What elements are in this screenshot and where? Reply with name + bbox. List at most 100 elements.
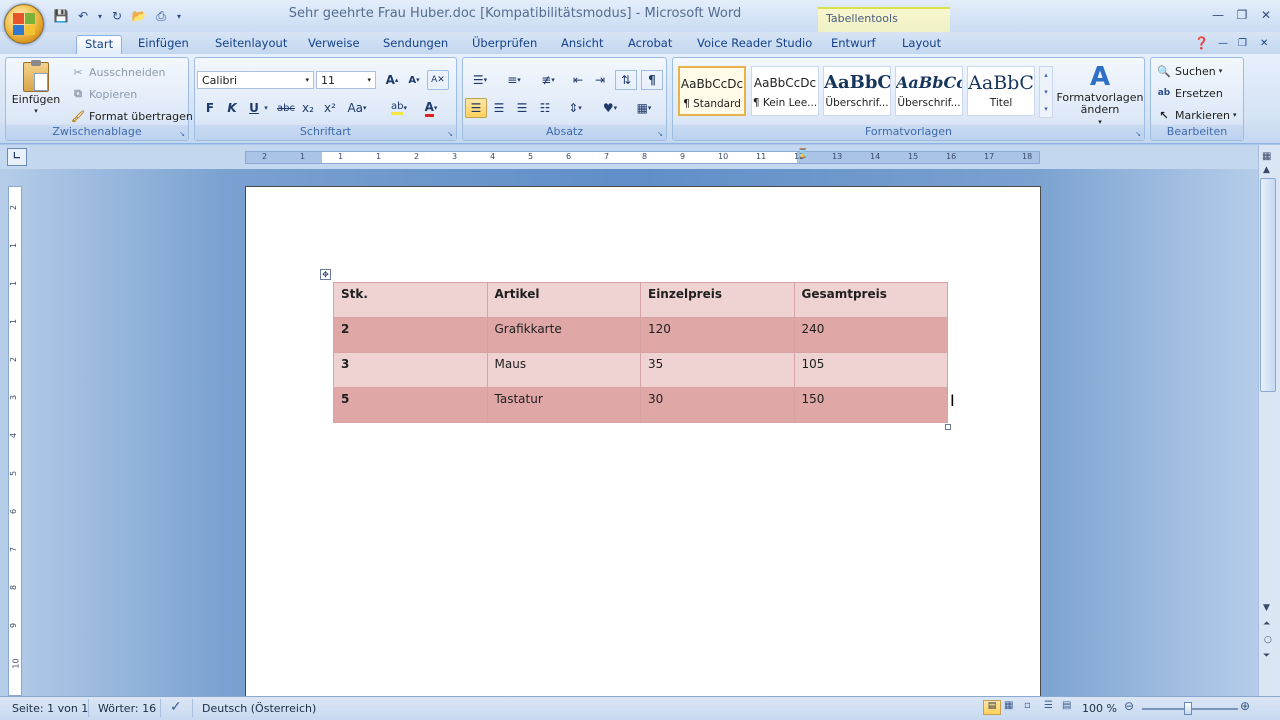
subscript-button[interactable]: x₂ xyxy=(297,98,319,118)
paste-button[interactable]: Einfügen ▾ xyxy=(12,60,60,115)
horizontal-ruler[interactable]: 2 1 1 1 2 3 4 5 6 7 8 9 10 11 12 13 14 15 16 17 18 ⌛ xyxy=(245,149,1040,164)
tab-layout[interactable]: Layout xyxy=(894,35,949,54)
tab-einfuegen[interactable]: Einfügen xyxy=(130,35,197,54)
table-cell[interactable]: 35 xyxy=(640,352,795,388)
document-page[interactable]: Stk. Artikel Einzelpreis Gesamtpreis 2 G… xyxy=(245,186,1041,706)
office-button[interactable] xyxy=(4,4,44,44)
next-page-icon[interactable]: ⏷ xyxy=(1263,651,1270,661)
numbering-button[interactable]: ≡ ▾ xyxy=(499,70,529,90)
justify-button[interactable]: ☷ xyxy=(534,98,556,118)
style-title[interactable]: AaBbC Titel xyxy=(967,66,1035,116)
word-count[interactable]: Wörter: 16 xyxy=(98,702,156,715)
line-spacing-button[interactable]: ⇕ ▾ xyxy=(561,98,589,118)
change-styles-button[interactable]: A Formatvorlagen ändern ▾ xyxy=(1056,62,1143,128)
draft-view-icon[interactable]: ▤ xyxy=(1062,700,1071,711)
zoom-slider-thumb[interactable] xyxy=(1184,702,1192,715)
table-cell[interactable]: 2 xyxy=(333,317,488,353)
table-cell[interactable]: 240 xyxy=(793,317,948,353)
bullets-button[interactable]: ☰ ▾ xyxy=(465,70,495,90)
table-cell[interactable]: Grafikkarte xyxy=(486,317,641,353)
zoom-in-icon[interactable]: ⊕ xyxy=(1240,699,1250,713)
scroll-down-icon[interactable]: ▼ xyxy=(1263,603,1270,613)
align-right-button[interactable]: ☰ xyxy=(511,98,533,118)
borders-button[interactable]: ▦ ▾ xyxy=(629,98,659,118)
page-count[interactable]: Seite: 1 von 1 xyxy=(12,702,88,715)
print-layout-icon[interactable]: ▤ xyxy=(983,700,1001,715)
find-button[interactable]: 🔍 Suchen ▾ xyxy=(1156,63,1222,79)
indent-marker-icon[interactable]: ⌛ xyxy=(797,149,808,159)
table-cell[interactable]: 105 xyxy=(793,352,948,388)
multilevel-list-button[interactable]: ≢ ▾ xyxy=(533,70,563,90)
style-standard[interactable]: AaBbCcDc ¶ Standard xyxy=(678,66,746,116)
scrollbar-thumb[interactable] xyxy=(1260,178,1276,392)
table-cell[interactable]: Tastatur xyxy=(486,387,641,423)
tab-acrobat[interactable]: Acrobat xyxy=(620,35,680,54)
table-header-cell[interactable]: Gesamtpreis xyxy=(793,282,948,318)
table-cell[interactable]: 5 xyxy=(333,387,488,423)
tab-start[interactable]: Start xyxy=(76,35,123,54)
table-cell[interactable]: 30 xyxy=(640,387,795,423)
tab-seitenlayout[interactable]: Seitenlayout xyxy=(207,35,295,54)
replace-button[interactable]: ab Ersetzen xyxy=(1156,85,1223,101)
dialog-launcher-icon[interactable]: ↘ xyxy=(1135,130,1141,138)
zoom-level[interactable]: 100 % xyxy=(1082,702,1117,715)
close-icon[interactable]: ✕ xyxy=(1256,8,1276,24)
table-header-cell[interactable]: Stk. xyxy=(333,282,488,318)
table-cell[interactable]: 120 xyxy=(640,317,795,353)
italic-button[interactable]: K xyxy=(221,98,243,118)
browse-object-icon[interactable]: ○ xyxy=(1264,635,1272,645)
proofing-icon[interactable]: ✓ xyxy=(170,699,182,715)
table-cell[interactable]: Maus xyxy=(486,352,641,388)
bold-button[interactable]: F xyxy=(199,98,221,118)
dialog-launcher-icon[interactable]: ↘ xyxy=(447,130,453,138)
tab-entwurf[interactable]: Entwurf xyxy=(823,35,884,54)
copy-button[interactable]: ⧉ Kopieren xyxy=(70,86,137,102)
table-header-cell[interactable]: Artikel xyxy=(486,282,641,318)
shading-button[interactable]: ♥ ▾ xyxy=(595,98,625,118)
align-left-button[interactable]: ☰ xyxy=(465,98,487,118)
underline-dropdown-icon[interactable]: ▾ xyxy=(261,98,271,118)
style-heading-2[interactable]: AaBbCc Überschrif... xyxy=(895,66,963,116)
vertical-ruler[interactable]: 2111234567891011 xyxy=(8,186,22,707)
decrease-indent-button[interactable]: ⇤ xyxy=(567,70,589,90)
dialog-launcher-icon[interactable]: ↘ xyxy=(657,130,663,138)
grow-font-button[interactable]: A ▴ xyxy=(381,70,403,90)
table-resize-handle[interactable] xyxy=(945,424,951,430)
align-center-button[interactable]: ☰ xyxy=(488,98,510,118)
outline-view-icon[interactable]: ☰ xyxy=(1044,700,1053,711)
strikethrough-button[interactable]: abc xyxy=(275,98,297,118)
increase-indent-button[interactable]: ⇥ xyxy=(589,70,611,90)
table-header-cell[interactable]: Einzelpreis xyxy=(640,282,795,318)
ruler-toggle-icon[interactable]: ▦ xyxy=(1262,151,1271,162)
minimize-icon[interactable]: — xyxy=(1208,8,1228,24)
font-name-combo[interactable]: Calibri ▾ xyxy=(197,71,314,89)
tab-verweise[interactable]: Verweise xyxy=(300,35,368,54)
style-kein-leerraum[interactable]: AaBbCcDc ¶ Kein Lee... xyxy=(751,66,819,116)
table-cell[interactable]: 150 xyxy=(793,387,948,423)
dialog-launcher-icon[interactable]: ↘ xyxy=(179,130,185,138)
ribbon-close-icon[interactable]: ✕ xyxy=(1252,35,1276,54)
sort-button[interactable]: ⇅ xyxy=(615,70,637,90)
scroll-up-icon[interactable]: ▲ xyxy=(1263,165,1270,175)
select-button[interactable]: ↖ Markieren ▾ xyxy=(1156,107,1236,123)
table-cell[interactable]: 3 xyxy=(333,352,488,388)
tab-sendungen[interactable]: Sendungen xyxy=(375,35,456,54)
language-status[interactable]: Deutsch (Österreich) xyxy=(202,702,316,715)
web-layout-icon[interactable]: ▫ xyxy=(1024,700,1031,711)
table-move-handle-icon[interactable]: ✥ xyxy=(320,269,331,280)
superscript-button[interactable]: x² xyxy=(319,98,341,118)
tab-voice-reader-studio[interactable]: Voice Reader Studio xyxy=(689,35,820,54)
full-screen-reading-icon[interactable]: ▦ xyxy=(1004,700,1013,711)
tab-ueberpruefen[interactable]: Überprüfen xyxy=(464,35,545,54)
previous-page-icon[interactable]: ⏶ xyxy=(1263,619,1270,629)
change-case-button[interactable]: Aa ▾ xyxy=(343,98,371,118)
show-formatting-button[interactable]: ¶ xyxy=(641,70,663,90)
styles-gallery-scroll[interactable]: ▴ ▾ ▾ xyxy=(1039,66,1053,118)
highlight-button[interactable]: ab ▾ xyxy=(385,98,413,118)
tab-selector-button[interactable]: ∟ xyxy=(7,148,27,166)
format-painter-button[interactable]: 🖌 Format übertragen xyxy=(70,108,193,124)
font-color-button[interactable]: A ▾ xyxy=(417,98,445,118)
font-size-combo[interactable]: 11 ▾ xyxy=(316,71,376,89)
clear-format-button[interactable]: A✕ xyxy=(427,70,449,90)
maximize-icon[interactable]: ❐ xyxy=(1232,8,1252,24)
